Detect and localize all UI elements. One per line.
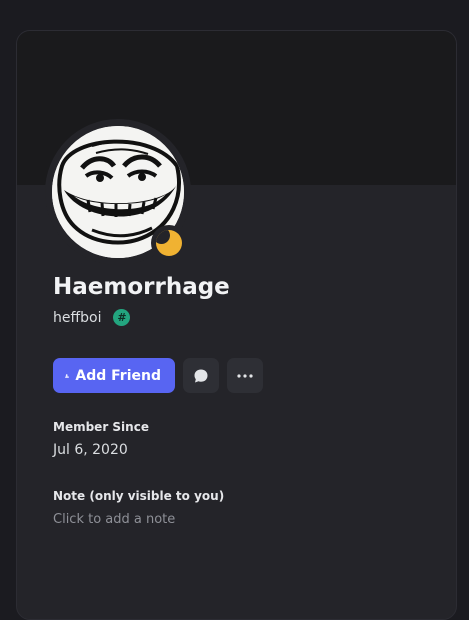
add-friend-button[interactable]: Add Friend: [53, 358, 175, 393]
chat-bubble-icon: [193, 368, 209, 384]
display-name: Haemorrhage: [53, 274, 230, 300]
add-friend-label: Add Friend: [75, 368, 161, 384]
idle-moon-icon: [156, 230, 182, 256]
profile-card: Haemorrhage heffboi # Add Friend: [16, 30, 457, 620]
add-user-icon: [65, 368, 69, 384]
note-label: Note (only visible to you): [53, 489, 224, 503]
member-since-label: Member Since: [53, 420, 149, 434]
username: heffboi: [53, 310, 101, 326]
more-options-button[interactable]: [227, 358, 263, 393]
message-button[interactable]: [183, 358, 219, 393]
hashtag-badge-icon[interactable]: #: [113, 309, 130, 326]
member-since-date: Jul 6, 2020: [53, 442, 128, 458]
profile-actions: Add Friend: [53, 358, 263, 393]
status-indicator: [151, 225, 187, 261]
username-row: heffboi #: [53, 309, 130, 326]
note-input[interactable]: [53, 512, 433, 527]
more-dots-icon: [237, 374, 253, 378]
avatar-container[interactable]: [45, 119, 191, 265]
